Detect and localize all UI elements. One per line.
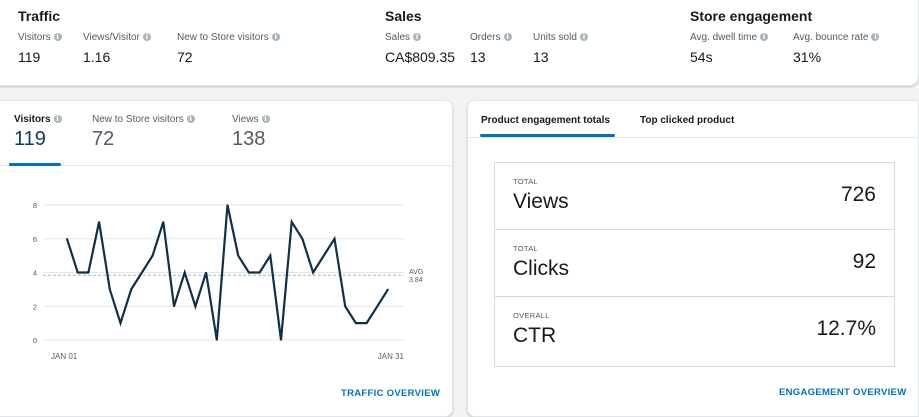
data-point	[66, 237, 68, 240]
traffic-overview-link[interactable]: TRAFFIC OVERVIEW	[341, 388, 440, 399]
metric-new-to-store: New to Store visitors i 72	[177, 32, 280, 65]
info-icon[interactable]: i	[413, 33, 422, 41]
data-point	[301, 237, 304, 240]
tab-product-engagement-totals[interactable]: Product engagement totals	[481, 115, 610, 126]
y-tick-label: 2	[33, 302, 37, 311]
info-icon[interactable]: i	[503, 33, 512, 41]
info-icon[interactable]: i	[760, 33, 769, 41]
metric-bounce-rate: Avg. bounce rate i 31%	[793, 32, 880, 65]
data-point	[355, 322, 357, 324]
metric-units-sold: Units sold i 13	[533, 32, 588, 65]
data-point	[258, 271, 261, 274]
data-point	[87, 271, 90, 274]
data-point	[173, 305, 175, 308]
metric-orders: Orders i 13	[470, 32, 512, 65]
tab-new-to-store-visitors[interactable]: New to Store visitors i 72	[92, 114, 195, 151]
data-point	[205, 271, 207, 274]
x-tick-label-end: JAN 31	[378, 352, 405, 361]
traffic-card: Visitors i 119 New to Store visitors i 72 …	[0, 100, 453, 417]
data-point	[280, 339, 282, 341]
sales-title: Sales	[385, 8, 422, 24]
data-point	[119, 322, 122, 324]
traffic-tabs: Visitors i 119 New to Store visitors i 72 …	[0, 101, 452, 166]
data-point	[194, 305, 197, 308]
info-icon[interactable]: i	[579, 33, 588, 41]
summary-card: Traffic Visitors i 119 Views/Visitor i 1.1…	[0, 0, 919, 86]
y-tick-label: 4	[33, 269, 37, 278]
tab-visitors[interactable]: Visitors i 119	[14, 114, 62, 151]
traffic-title: Traffic	[18, 8, 61, 24]
data-point	[183, 271, 186, 274]
tab-views[interactable]: Views i 138	[232, 114, 270, 151]
data-point	[290, 221, 293, 223]
data-point	[76, 271, 79, 274]
metric-dwell-time: Avg. dwell time i 54s	[690, 32, 769, 65]
data-point	[333, 237, 336, 240]
x-tick-label-start: JAN 01	[51, 352, 78, 361]
data-point	[162, 221, 165, 223]
data-point	[365, 322, 368, 324]
store-engagement-title: Store engagement	[690, 8, 813, 24]
info-icon[interactable]: i	[871, 33, 880, 41]
data-point	[130, 288, 132, 291]
y-tick-label: 8	[33, 201, 37, 210]
info-icon[interactable]: i	[53, 115, 62, 123]
engagement-totals-table: TOTAL Views 726 TOTAL Clicks 92 OVERALL …	[494, 162, 895, 367]
data-point	[248, 271, 250, 274]
data-point	[226, 204, 229, 206]
divider	[468, 137, 918, 138]
data-point	[323, 254, 325, 257]
data-point	[109, 288, 111, 291]
metric-sales: Sales i CA$809.35	[385, 32, 456, 65]
info-icon[interactable]: i	[271, 33, 280, 41]
metric-views-per-visitor: Views/Visitor i 1.16	[83, 32, 151, 65]
average-value-label: 3.84	[409, 277, 423, 284]
info-icon[interactable]: i	[142, 33, 151, 41]
y-tick-label: 6	[33, 235, 37, 244]
data-point	[141, 271, 143, 274]
average-label: AVG	[409, 269, 423, 276]
engagement-overview-link[interactable]: ENGAGEMENT OVERVIEW	[779, 387, 906, 398]
visitors-line-chart: 0 2 4 6 8 AVG3.84 JAN 01 JAN 31	[33, 201, 423, 361]
engagement-card: Product engagement totals Top clicked pr…	[467, 100, 919, 417]
tab-top-clicked-product[interactable]: Top clicked product	[640, 115, 734, 126]
row-clicks: TOTAL Clicks 92	[495, 230, 894, 297]
data-point	[269, 254, 272, 257]
info-icon[interactable]: i	[261, 115, 270, 123]
row-ctr: OVERALL CTR 12.7%	[513, 311, 876, 347]
y-tick-label: 0	[33, 336, 37, 345]
data-point	[312, 271, 314, 274]
data-point	[344, 305, 347, 308]
row-views: TOTAL Views 726	[495, 163, 894, 230]
active-tab-indicator	[9, 163, 61, 166]
data-point	[216, 339, 218, 341]
data-point	[387, 288, 389, 291]
info-icon[interactable]: i	[53, 33, 62, 41]
data-point	[237, 254, 239, 257]
info-icon[interactable]: i	[186, 115, 195, 123]
data-point	[98, 221, 100, 223]
metric-visitors: Visitors i 119	[18, 32, 62, 65]
data-point	[376, 305, 379, 308]
data-point	[151, 254, 154, 257]
